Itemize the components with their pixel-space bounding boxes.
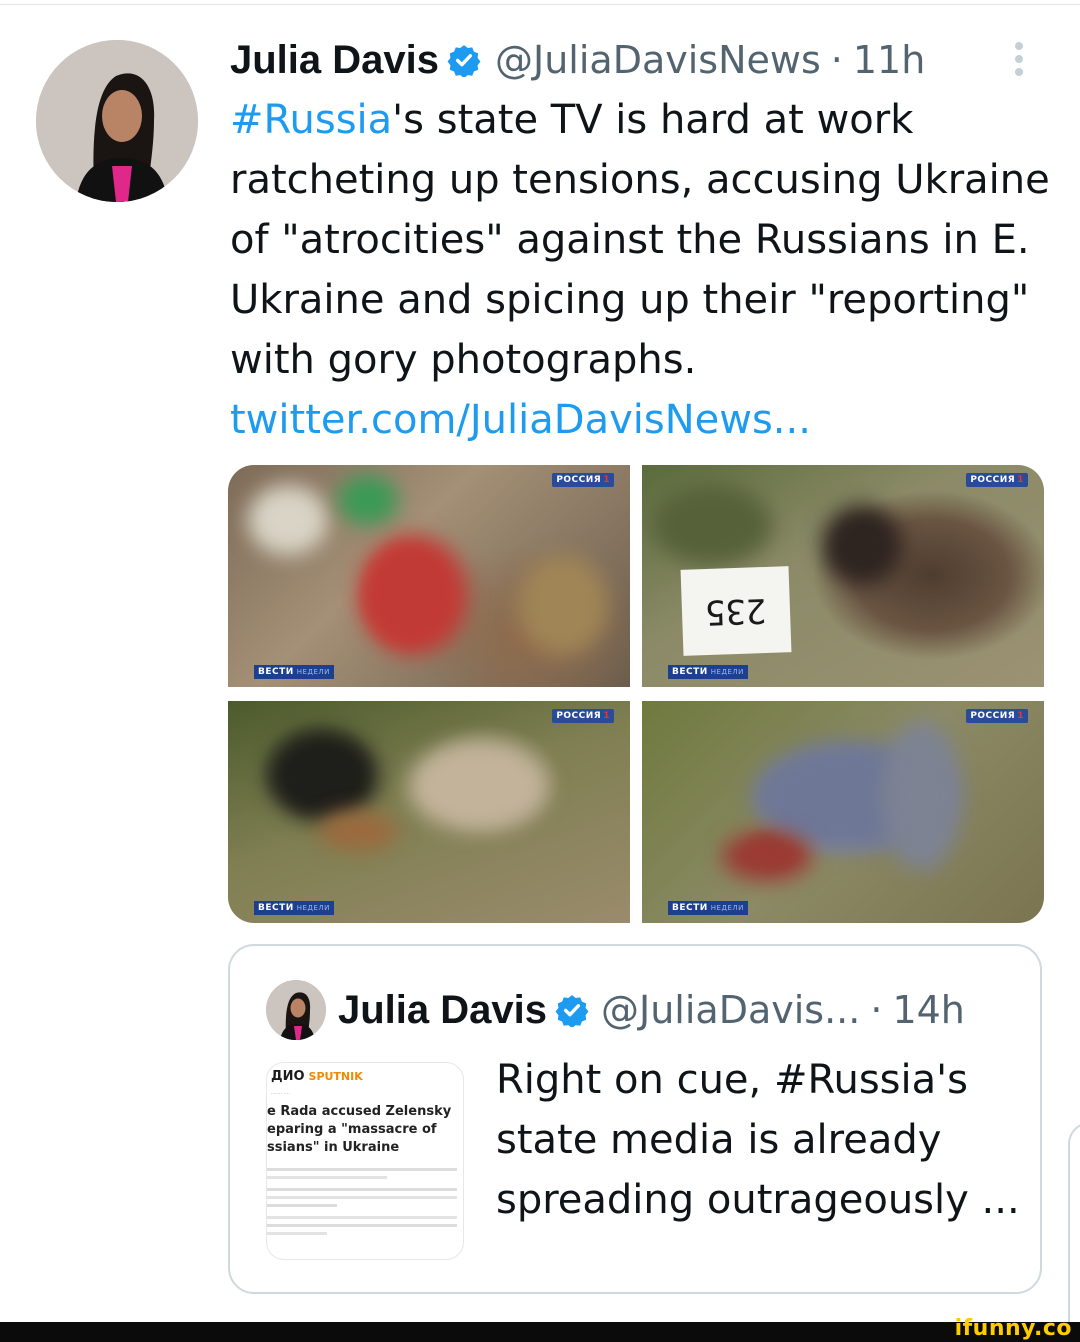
show-logo: ВЕСТИ НЕДЕЛИ (668, 665, 748, 679)
tweet-text: #Russia's state TV is hard at work ratch… (230, 90, 1060, 450)
channel-logo: РОССИЯ 1 (552, 473, 614, 487)
footer-bar (0, 1322, 1080, 1342)
quoted-timestamp: 14h (892, 988, 965, 1032)
author-avatar[interactable] (36, 40, 198, 202)
media-photo-4[interactable]: РОССИЯ 1 ВЕСТИ НЕДЕЛИ (642, 701, 1044, 923)
quoted-article-thumbnail[interactable]: ДИО SPUTNIK ······· ···· e Rada accused Z… (266, 1062, 464, 1260)
quoted-text-line: state media is already (496, 1117, 942, 1163)
media-photo-2[interactable]: 235 РОССИЯ 1 ВЕСТИ НЕДЕЛИ (642, 465, 1044, 687)
channel-logo: РОССИЯ 1 (966, 473, 1028, 487)
top-divider (0, 4, 1080, 5)
tweet-text-segment: 's state TV is hard at work (392, 97, 914, 143)
verified-badge-icon (555, 995, 589, 1027)
media-grid: РОССИЯ 1 ВЕСТИ НЕДЕЛИ 235 РОССИЯ 1 ВЕСТИ НЕД… (228, 465, 1044, 923)
tweet-timestamp[interactable]: 11h (853, 38, 925, 82)
quoted-header: Julia Davis @JuliaDavis... · 14h (338, 982, 965, 1038)
show-logo: ВЕСТИ НЕДЕЛИ (254, 901, 334, 915)
next-card-edge (1068, 1122, 1080, 1324)
avatar-photo (36, 40, 198, 202)
channel-logo: РОССИЯ 1 (552, 709, 614, 723)
tweet-text-line: with gory photographs. (230, 337, 697, 383)
tweet-link[interactable]: twitter.com/JuliaDavisNews... (230, 390, 1060, 450)
hashtag-russia[interactable]: #Russia (230, 97, 392, 143)
quoted-author-name: Julia Davis (338, 987, 548, 1032)
tweet-text-line: Ukraine and spicing up their "reporting" (230, 277, 1030, 323)
ifunny-watermark: ifunny.co (954, 1316, 1072, 1341)
tweet-text-line: of "atrocities" against the Russians in … (230, 217, 1030, 263)
more-vertical-icon[interactable] (1006, 38, 1032, 82)
quoted-author-avatar (266, 980, 326, 1040)
quoted-separator: · (870, 988, 883, 1032)
quoted-tweet[interactable]: Julia Davis @JuliaDavis... · 14h ДИО SPUT… (228, 944, 1042, 1294)
author-handle[interactable]: @JuliaDavisNews (495, 38, 821, 82)
header-separator: · (830, 38, 843, 82)
sputnik-brand: ДИО SPUTNIK (271, 1069, 363, 1084)
article-headline: e Rada accused Zelensky eparing a "massa… (267, 1104, 452, 1155)
tweet-text-line: ratcheting up tensions, accusing Ukraine (230, 157, 1050, 203)
quoted-avatar-photo (266, 980, 326, 1040)
article-meta: ······· ···· (271, 1091, 291, 1097)
evidence-tag: 235 (680, 566, 792, 656)
author-name[interactable]: Julia Davis (230, 38, 439, 83)
article-body-blur (267, 1163, 463, 1240)
media-photo-1[interactable]: РОССИЯ 1 ВЕСТИ НЕДЕЛИ (228, 465, 630, 687)
media-photo-3[interactable]: РОССИЯ 1 ВЕСТИ НЕДЕЛИ (228, 701, 630, 923)
quoted-text: Right on cue, #Russia's state media is a… (496, 1050, 1036, 1230)
show-logo: ВЕСТИ НЕДЕЛИ (254, 665, 334, 679)
quoted-handle: @JuliaDavis... (601, 988, 861, 1032)
show-logo: ВЕСТИ НЕДЕЛИ (668, 901, 748, 915)
channel-logo: РОССИЯ 1 (966, 709, 1028, 723)
tweet-text-line: #Russia's state TV is hard at work (230, 90, 1060, 150)
verified-badge-icon (447, 45, 481, 77)
quoted-text-line: Right on cue, #Russia's (496, 1057, 968, 1103)
quoted-text-line: spreading outrageously ... (496, 1177, 1020, 1223)
tweet-header: Julia Davis @JuliaDavisNews · 11h (230, 34, 925, 86)
